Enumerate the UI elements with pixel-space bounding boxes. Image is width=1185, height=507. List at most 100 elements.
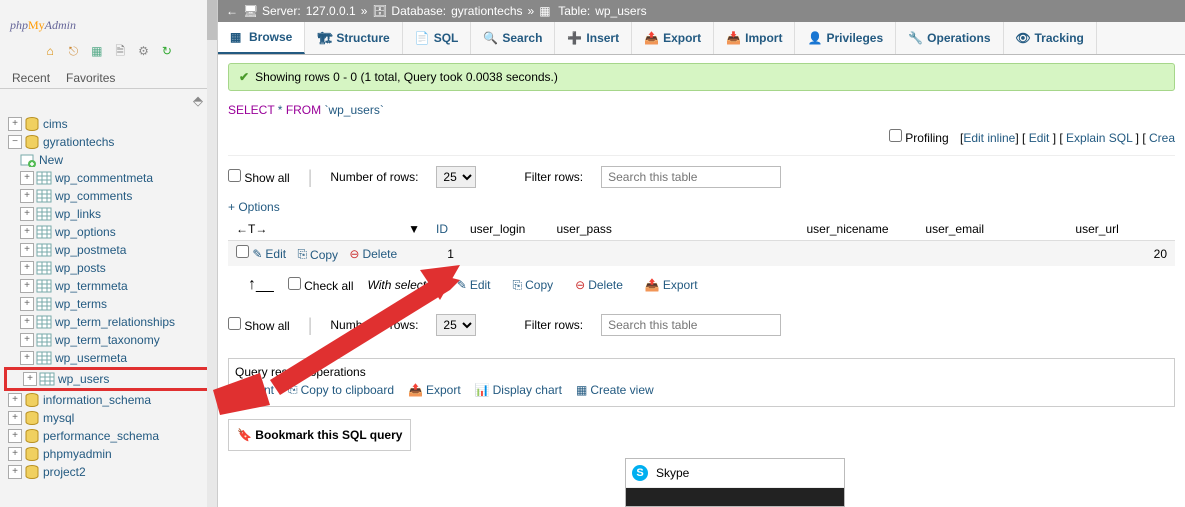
expand-icon[interactable]: + bbox=[20, 315, 34, 329]
tab-insert[interactable]: ➕Insert bbox=[555, 22, 632, 54]
expand-icon[interactable]: + bbox=[20, 297, 34, 311]
cell-user_pass[interactable] bbox=[549, 241, 799, 267]
table-wp_terms[interactable]: +wp_terms bbox=[4, 295, 213, 313]
new-table[interactable]: New bbox=[4, 151, 213, 169]
tab-structure[interactable]: 🏗Structure bbox=[305, 22, 402, 54]
table-wp_term_relationships[interactable]: +wp_term_relationships bbox=[4, 313, 213, 331]
expand-icon[interactable]: + bbox=[8, 393, 22, 407]
explain-link[interactable]: Explain SQL bbox=[1066, 131, 1132, 145]
expand-icon[interactable]: + bbox=[23, 372, 37, 386]
tab-privileges[interactable]: 👤Privileges bbox=[795, 22, 896, 54]
show-all-checkbox-2[interactable]: Show all bbox=[228, 317, 290, 333]
filter-input[interactable] bbox=[601, 166, 781, 188]
table-wp_usermeta[interactable]: +wp_usermeta bbox=[4, 349, 213, 367]
bulk-delete[interactable]: ⊖Delete bbox=[575, 278, 623, 292]
expand-icon[interactable]: + bbox=[8, 429, 22, 443]
tab-sql[interactable]: 📄SQL bbox=[403, 22, 472, 54]
tab-import[interactable]: 📥Import bbox=[714, 22, 795, 54]
breadcrumb-table[interactable]: wp_users bbox=[595, 4, 646, 18]
docs-icon[interactable]: 🗎 bbox=[112, 42, 128, 58]
bookmark-box[interactable]: 🔖 Bookmark this SQL query bbox=[228, 419, 411, 451]
tab-operations[interactable]: 🔧Operations bbox=[896, 22, 1003, 54]
breadcrumb-server[interactable]: 127.0.0.1 bbox=[306, 4, 356, 18]
bulk-export[interactable]: 📤Export bbox=[645, 278, 698, 292]
rows-select[interactable]: 25 bbox=[436, 166, 476, 188]
col-user_url[interactable]: user_url bbox=[1067, 218, 1139, 241]
col-id[interactable]: ID bbox=[428, 218, 462, 241]
table-wp_links[interactable]: +wp_links bbox=[4, 205, 213, 223]
expand-icon[interactable]: + bbox=[20, 261, 34, 275]
rows-select-2[interactable]: 25 bbox=[436, 314, 476, 336]
table-wp_postmeta[interactable]: +wp_postmeta bbox=[4, 241, 213, 259]
profiling-checkbox[interactable]: Profiling bbox=[889, 131, 949, 145]
chart-link[interactable]: 📊Display chart bbox=[475, 379, 562, 400]
sort-arrows-icon[interactable]: ←T→ bbox=[236, 222, 267, 236]
table-wp_options[interactable]: +wp_options bbox=[4, 223, 213, 241]
collapse-icon[interactable]: − bbox=[8, 135, 22, 149]
db-performance_schema[interactable]: +performance_schema bbox=[4, 427, 213, 445]
expand-icon[interactable]: + bbox=[20, 189, 34, 203]
table-wp_users[interactable]: +wp_users bbox=[9, 370, 208, 388]
row-copy[interactable]: ⎘Copy bbox=[297, 247, 338, 262]
table-wp_posts[interactable]: +wp_posts bbox=[4, 259, 213, 277]
create-code-link[interactable]: Crea bbox=[1149, 131, 1175, 145]
edit-link[interactable]: Edit bbox=[1029, 131, 1050, 145]
db-information_schema[interactable]: +information_schema bbox=[4, 391, 213, 409]
tab-browse[interactable]: ▦Browse bbox=[218, 22, 305, 54]
expand-icon[interactable]: + bbox=[8, 411, 22, 425]
tab-search[interactable]: 🔍Search bbox=[471, 22, 555, 54]
bulk-copy[interactable]: ⎘Copy bbox=[513, 278, 554, 293]
cell-id[interactable]: 1 bbox=[428, 241, 462, 267]
table-wp_term_taxonomy[interactable]: +wp_term_taxonomy bbox=[4, 331, 213, 349]
check-all[interactable]: Check all bbox=[288, 277, 354, 293]
cell-user_nicename[interactable] bbox=[799, 241, 918, 267]
cell-user_url[interactable] bbox=[1067, 241, 1139, 267]
table-wp_commentmeta[interactable]: +wp_commentmeta bbox=[4, 169, 213, 187]
col-user_email[interactable]: user_email bbox=[917, 218, 1067, 241]
cell-user_login[interactable] bbox=[462, 241, 549, 267]
col-user_pass[interactable]: user_pass bbox=[549, 218, 799, 241]
expand-icon[interactable]: + bbox=[8, 465, 22, 479]
expand-icon[interactable]: + bbox=[8, 447, 22, 461]
bulk-edit[interactable]: ✎Edit bbox=[457, 278, 491, 292]
sql-icon[interactable]: ▦ bbox=[89, 44, 105, 60]
row-edit[interactable]: ✎Edit bbox=[252, 247, 286, 261]
sidebar-scrollbar[interactable] bbox=[207, 0, 217, 507]
show-all-checkbox[interactable]: Show all bbox=[228, 169, 290, 185]
tab-favorites[interactable]: Favorites bbox=[58, 68, 123, 88]
cell-user_email[interactable] bbox=[917, 241, 1067, 267]
options-link[interactable]: + Options bbox=[228, 198, 280, 216]
col-user_login[interactable]: user_login bbox=[462, 218, 549, 241]
expand-icon[interactable]: + bbox=[20, 171, 34, 185]
expand-icon[interactable]: + bbox=[20, 225, 34, 239]
filter-input-2[interactable] bbox=[601, 314, 781, 336]
logo[interactable]: phpMyAdmin bbox=[0, 0, 217, 38]
db-mysql[interactable]: +mysql bbox=[4, 409, 213, 427]
row-checkbox[interactable] bbox=[236, 245, 249, 258]
expand-icon[interactable]: + bbox=[20, 279, 34, 293]
col-user_nicename[interactable]: user_nicename bbox=[799, 218, 918, 241]
table-wp_comments[interactable]: +wp_comments bbox=[4, 187, 213, 205]
db-gyrationtechs[interactable]: − gyrationtechs bbox=[4, 133, 213, 151]
table-wp_termmeta[interactable]: +wp_termmeta bbox=[4, 277, 213, 295]
expand-icon[interactable]: + bbox=[8, 117, 22, 131]
copy-clipboard-link[interactable]: ⎘Copy to clipboard bbox=[288, 379, 394, 400]
nav-left-icon[interactable]: ← bbox=[226, 4, 238, 18]
exit-icon[interactable]: ⎋ bbox=[65, 44, 81, 60]
tab-recent[interactable]: Recent bbox=[4, 68, 58, 88]
expand-icon[interactable]: + bbox=[20, 243, 34, 257]
expand-icon[interactable]: + bbox=[20, 333, 34, 347]
expand-icon[interactable]: + bbox=[20, 351, 34, 365]
export-link[interactable]: 📤Export bbox=[408, 379, 461, 400]
db-project2[interactable]: +project2 bbox=[4, 463, 213, 481]
edit-inline-link[interactable]: Edit inline bbox=[963, 131, 1015, 145]
reload-icon[interactable]: ↻ bbox=[159, 44, 175, 60]
expand-icon[interactable]: + bbox=[20, 207, 34, 221]
print-link[interactable]: 🖶Print bbox=[235, 379, 274, 400]
link-icon[interactable]: ⬘ bbox=[193, 93, 203, 108]
skype-popup[interactable]: S Skype bbox=[625, 458, 845, 507]
tab-export[interactable]: 📤Export bbox=[632, 22, 714, 54]
create-view-link[interactable]: ▦Create view bbox=[576, 379, 654, 400]
row-delete[interactable]: ⊖Delete bbox=[349, 247, 397, 261]
db-phpmyadmin[interactable]: +phpmyadmin bbox=[4, 445, 213, 463]
